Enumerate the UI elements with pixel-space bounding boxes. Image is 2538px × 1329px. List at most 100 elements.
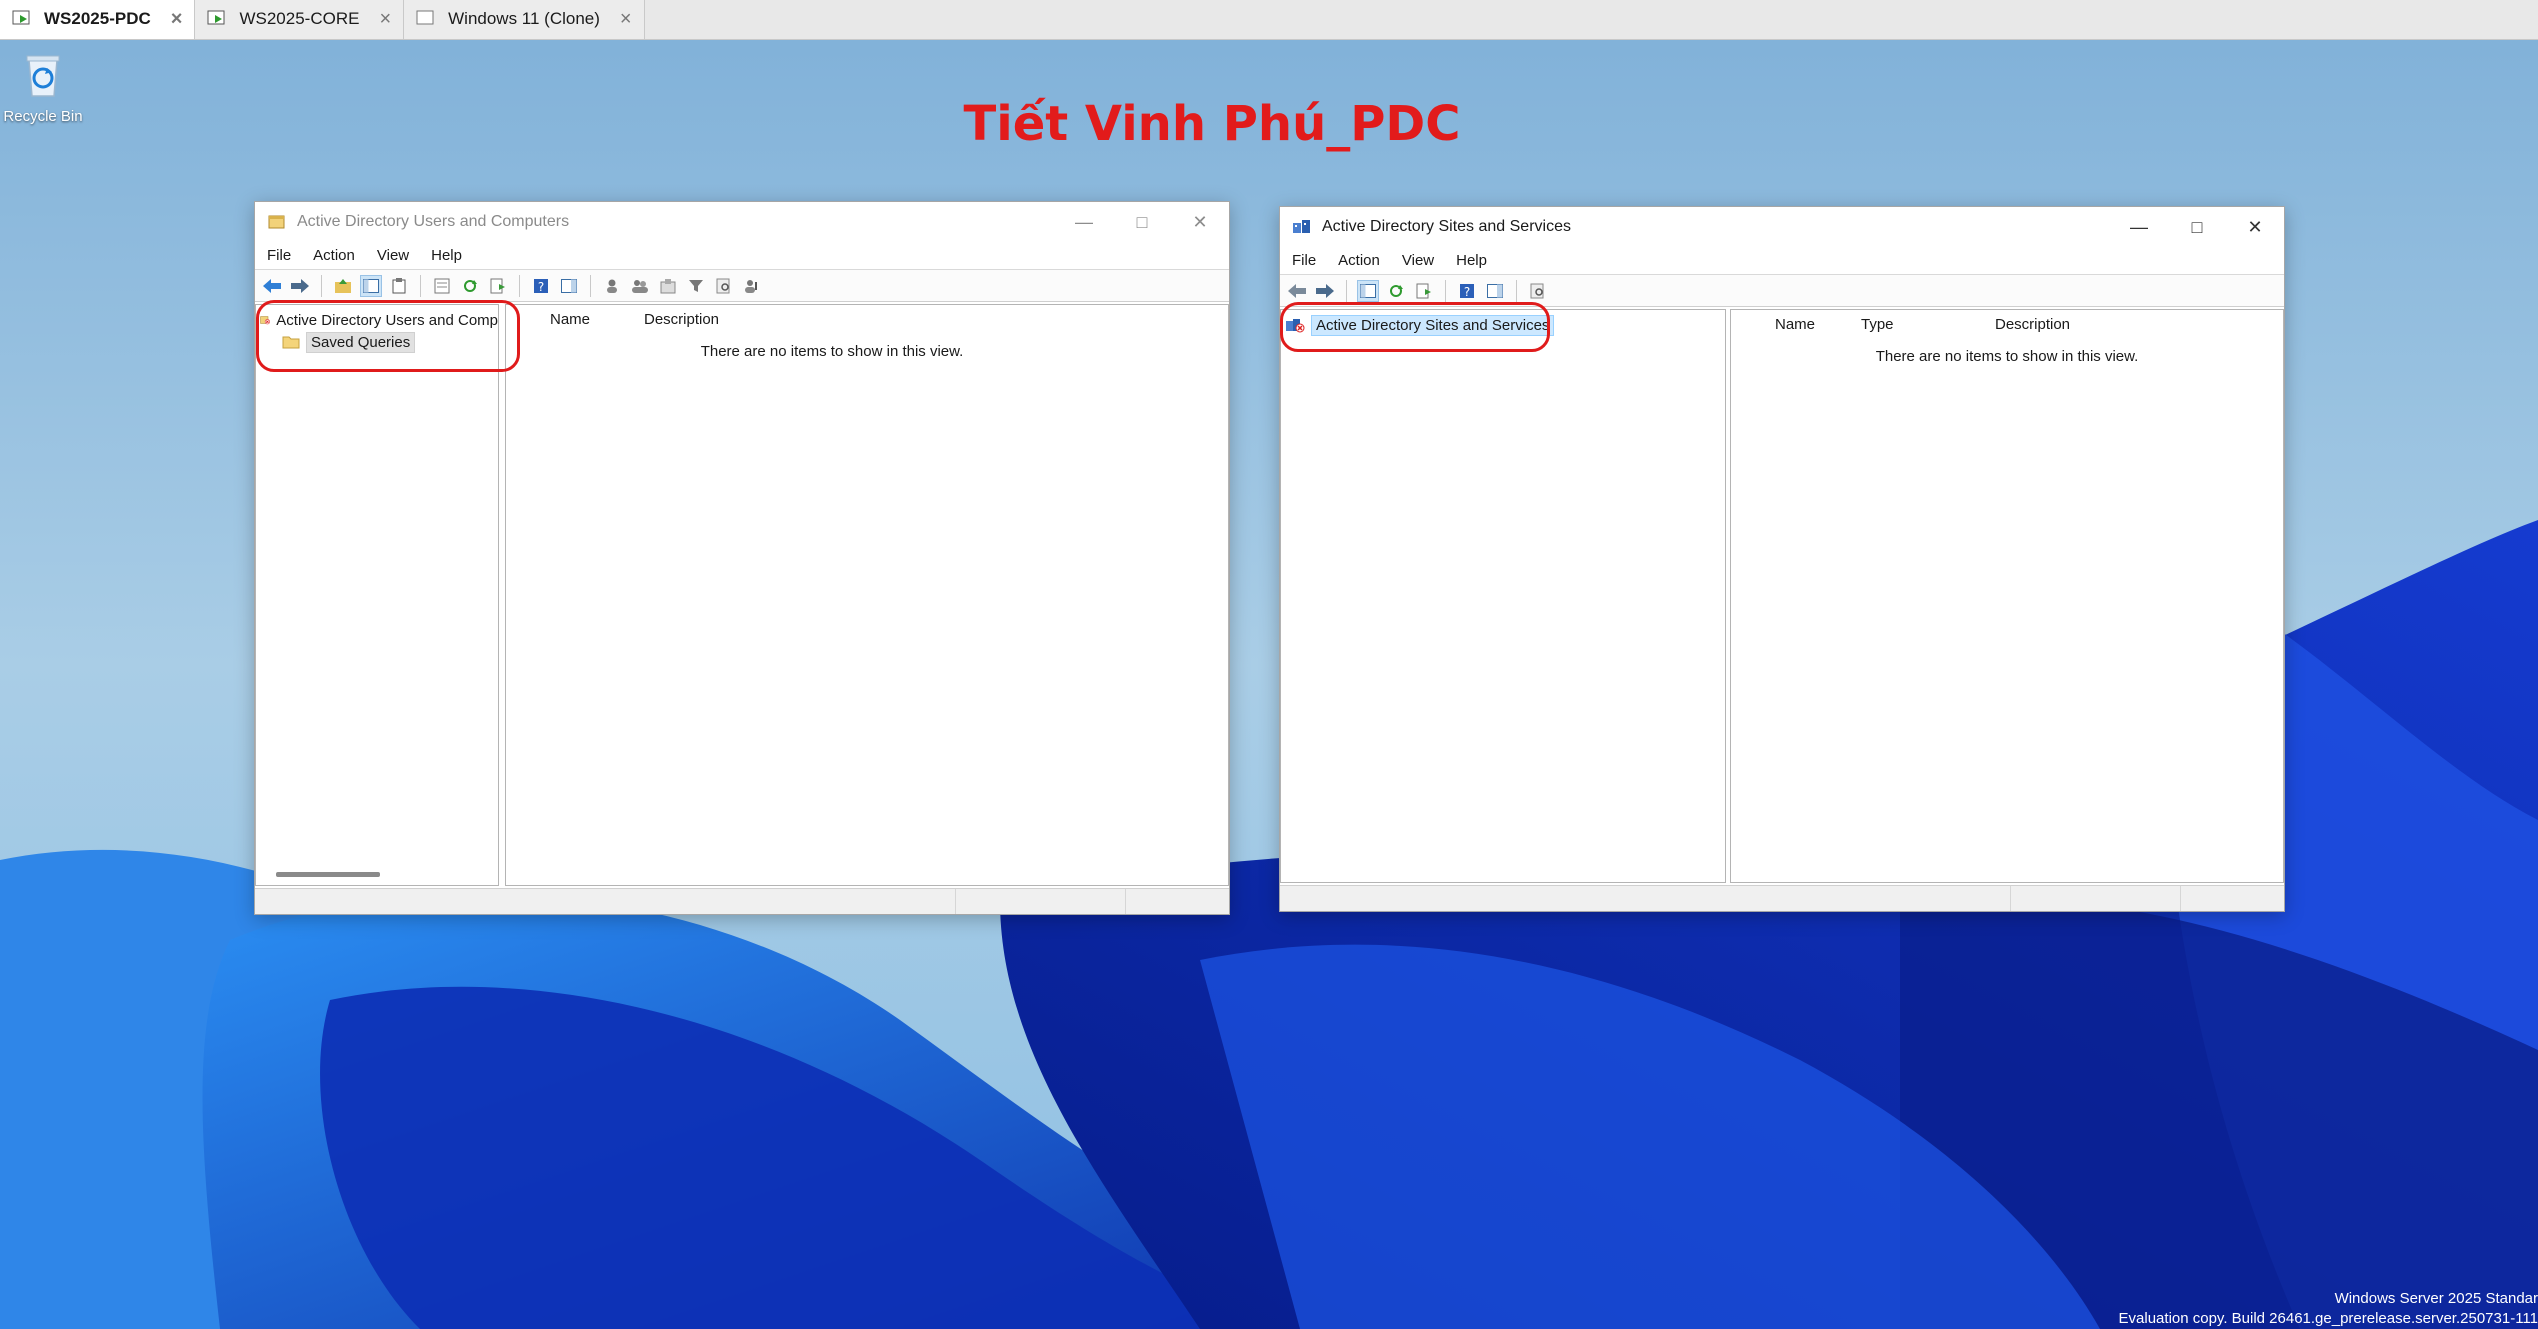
aduc-toolbar: ?	[255, 270, 1229, 302]
menu-action[interactable]: Action	[313, 247, 355, 264]
menu-file[interactable]: File	[1292, 252, 1316, 269]
minimize-button[interactable]: —	[1055, 202, 1113, 242]
aduc-panes: Active Directory Users and Comp Saved Qu…	[255, 304, 1229, 886]
vm-icon	[207, 10, 229, 28]
help-icon[interactable]: ?	[530, 275, 552, 297]
svg-text:?: ?	[538, 280, 544, 294]
aduc-statusbar	[255, 888, 1229, 914]
watermark-build: Evaluation copy. Build 26461.ge_prerelea…	[2118, 1310, 2538, 1327]
adss-tree-pane[interactable]: Active Directory Sites and Services	[1280, 309, 1726, 883]
empty-list-message: There are no items to show in this view.	[1875, 348, 2139, 365]
menu-view[interactable]: View	[377, 247, 409, 264]
forward-arrow-icon[interactable]	[289, 275, 311, 297]
tree-item-saved-queries[interactable]: Saved Queries	[256, 331, 498, 353]
menu-action[interactable]: Action	[1338, 252, 1380, 269]
adss-title: Active Directory Sites and Services	[1322, 218, 1571, 235]
tab-windows-11-clone[interactable]: Windows 11 (Clone) ×	[404, 0, 645, 39]
action-pane-icon[interactable]	[1484, 280, 1506, 302]
minimize-button[interactable]: —	[2110, 207, 2168, 247]
adss-list-header: Name Type Description	[1731, 310, 2283, 338]
new-ou-icon[interactable]	[657, 275, 679, 297]
vm-icon	[12, 10, 34, 28]
adss-list-pane[interactable]: Name Type Description There are no items…	[1730, 309, 2284, 883]
adss-titlebar[interactable]: Active Directory Sites and Services — □ …	[1280, 207, 2284, 247]
maximize-button[interactable]: □	[1113, 202, 1171, 242]
export-list-icon[interactable]	[1413, 280, 1435, 302]
show-console-tree-icon[interactable]	[1357, 279, 1379, 302]
aduc-window: Active Directory Users and Computers — □…	[254, 201, 1230, 915]
properties-icon[interactable]	[431, 275, 453, 297]
column-header-description[interactable]: Description	[644, 311, 719, 328]
help-icon[interactable]: ?	[1456, 280, 1478, 302]
vm-icon	[416, 10, 438, 28]
toolbar-separator	[321, 274, 322, 297]
tree-item-label: Saved Queries	[306, 331, 416, 353]
forward-arrow-icon[interactable]	[1314, 280, 1336, 302]
horizontal-scrollbar[interactable]	[276, 872, 380, 877]
tab-ws2025-core[interactable]: WS2025-CORE ×	[195, 0, 405, 39]
menu-help[interactable]: Help	[1456, 252, 1487, 269]
menu-file[interactable]: File	[267, 247, 291, 264]
adss-menubar: File Action View Help	[1280, 247, 2284, 275]
maximize-button[interactable]: □	[2168, 207, 2226, 247]
new-user-icon[interactable]	[601, 275, 623, 297]
aduc-list-header: Name Description	[506, 305, 1228, 333]
aduc-root-icon	[260, 316, 270, 325]
find-icon[interactable]	[713, 275, 735, 297]
aduc-list-pane[interactable]: Name Description There are no items to s…	[505, 304, 1229, 886]
empty-list-message: There are no items to show in this view.	[700, 343, 964, 360]
filter-icon[interactable]	[685, 275, 707, 297]
toolbar-separator	[590, 274, 591, 297]
tree-item-label: Active Directory Users and Comp	[276, 311, 498, 329]
new-group-icon[interactable]	[629, 275, 651, 297]
overlay-title: Tiết Vinh Phú_PDC	[963, 96, 1461, 152]
tab-label: WS2025-CORE	[239, 9, 360, 28]
windows-watermark: Windows Server 2025 Standar Evaluation c…	[2119, 1289, 2538, 1329]
close-icon[interactable]: ×	[620, 8, 632, 31]
tree-item-adss-root[interactable]: Active Directory Sites and Services	[1281, 314, 1725, 336]
close-icon[interactable]: ×	[379, 8, 391, 31]
refresh-icon[interactable]	[459, 275, 481, 297]
aduc-app-icon	[268, 215, 285, 229]
adss-window: Active Directory Sites and Services — □ …	[1279, 206, 2285, 912]
tab-label: WS2025-PDC	[44, 9, 151, 28]
svg-text:?: ?	[1464, 285, 1470, 299]
toolbar-separator	[519, 274, 520, 297]
aduc-tree-pane[interactable]: Active Directory Users and Comp Saved Qu…	[255, 304, 499, 886]
close-button[interactable]: ✕	[1171, 202, 1229, 242]
toolbar-separator	[1346, 279, 1347, 302]
adss-app-icon	[1293, 220, 1310, 233]
toolbar-separator	[420, 274, 421, 297]
export-list-icon[interactable]	[487, 275, 509, 297]
action-pane-icon[interactable]	[558, 275, 580, 297]
column-header-description[interactable]: Description	[1995, 316, 2070, 333]
menu-help[interactable]: Help	[431, 247, 462, 264]
menu-view[interactable]: View	[1402, 252, 1434, 269]
find-icon[interactable]	[1527, 280, 1549, 302]
refresh-icon[interactable]	[1385, 280, 1407, 302]
toolbar-separator	[1516, 279, 1517, 302]
close-icon[interactable]: ×	[171, 8, 183, 31]
column-header-name[interactable]: Name	[1731, 316, 1861, 333]
adss-panes: Active Directory Sites and Services Name…	[1280, 309, 2284, 883]
close-button[interactable]: ✕	[2226, 207, 2284, 247]
recycle-bin-icon	[26, 55, 60, 97]
show-console-tree-icon[interactable]	[360, 274, 382, 297]
clipboard-icon[interactable]	[388, 275, 410, 297]
aduc-title: Active Directory Users and Computers	[297, 213, 570, 230]
tab-label: Windows 11 (Clone)	[448, 9, 600, 28]
back-arrow-icon[interactable]	[1286, 280, 1308, 302]
tab-ws2025-pdc[interactable]: WS2025-PDC ×	[0, 0, 196, 39]
tree-item-aduc-root[interactable]: Active Directory Users and Comp	[256, 309, 498, 331]
adss-statusbar	[1280, 885, 2284, 911]
column-header-name[interactable]: Name	[506, 311, 644, 328]
add-to-group-icon[interactable]	[741, 275, 763, 297]
adss-root-icon	[1286, 319, 1305, 333]
column-header-type[interactable]: Type	[1861, 316, 1995, 333]
up-folder-icon[interactable]	[332, 275, 354, 297]
aduc-menubar: File Action View Help	[255, 242, 1229, 270]
toolbar-separator	[1445, 279, 1446, 302]
aduc-titlebar[interactable]: Active Directory Users and Computers — □…	[255, 202, 1229, 242]
back-arrow-icon[interactable]	[261, 275, 283, 297]
watermark-edition: Windows Server 2025 Standar	[2334, 1290, 2538, 1307]
